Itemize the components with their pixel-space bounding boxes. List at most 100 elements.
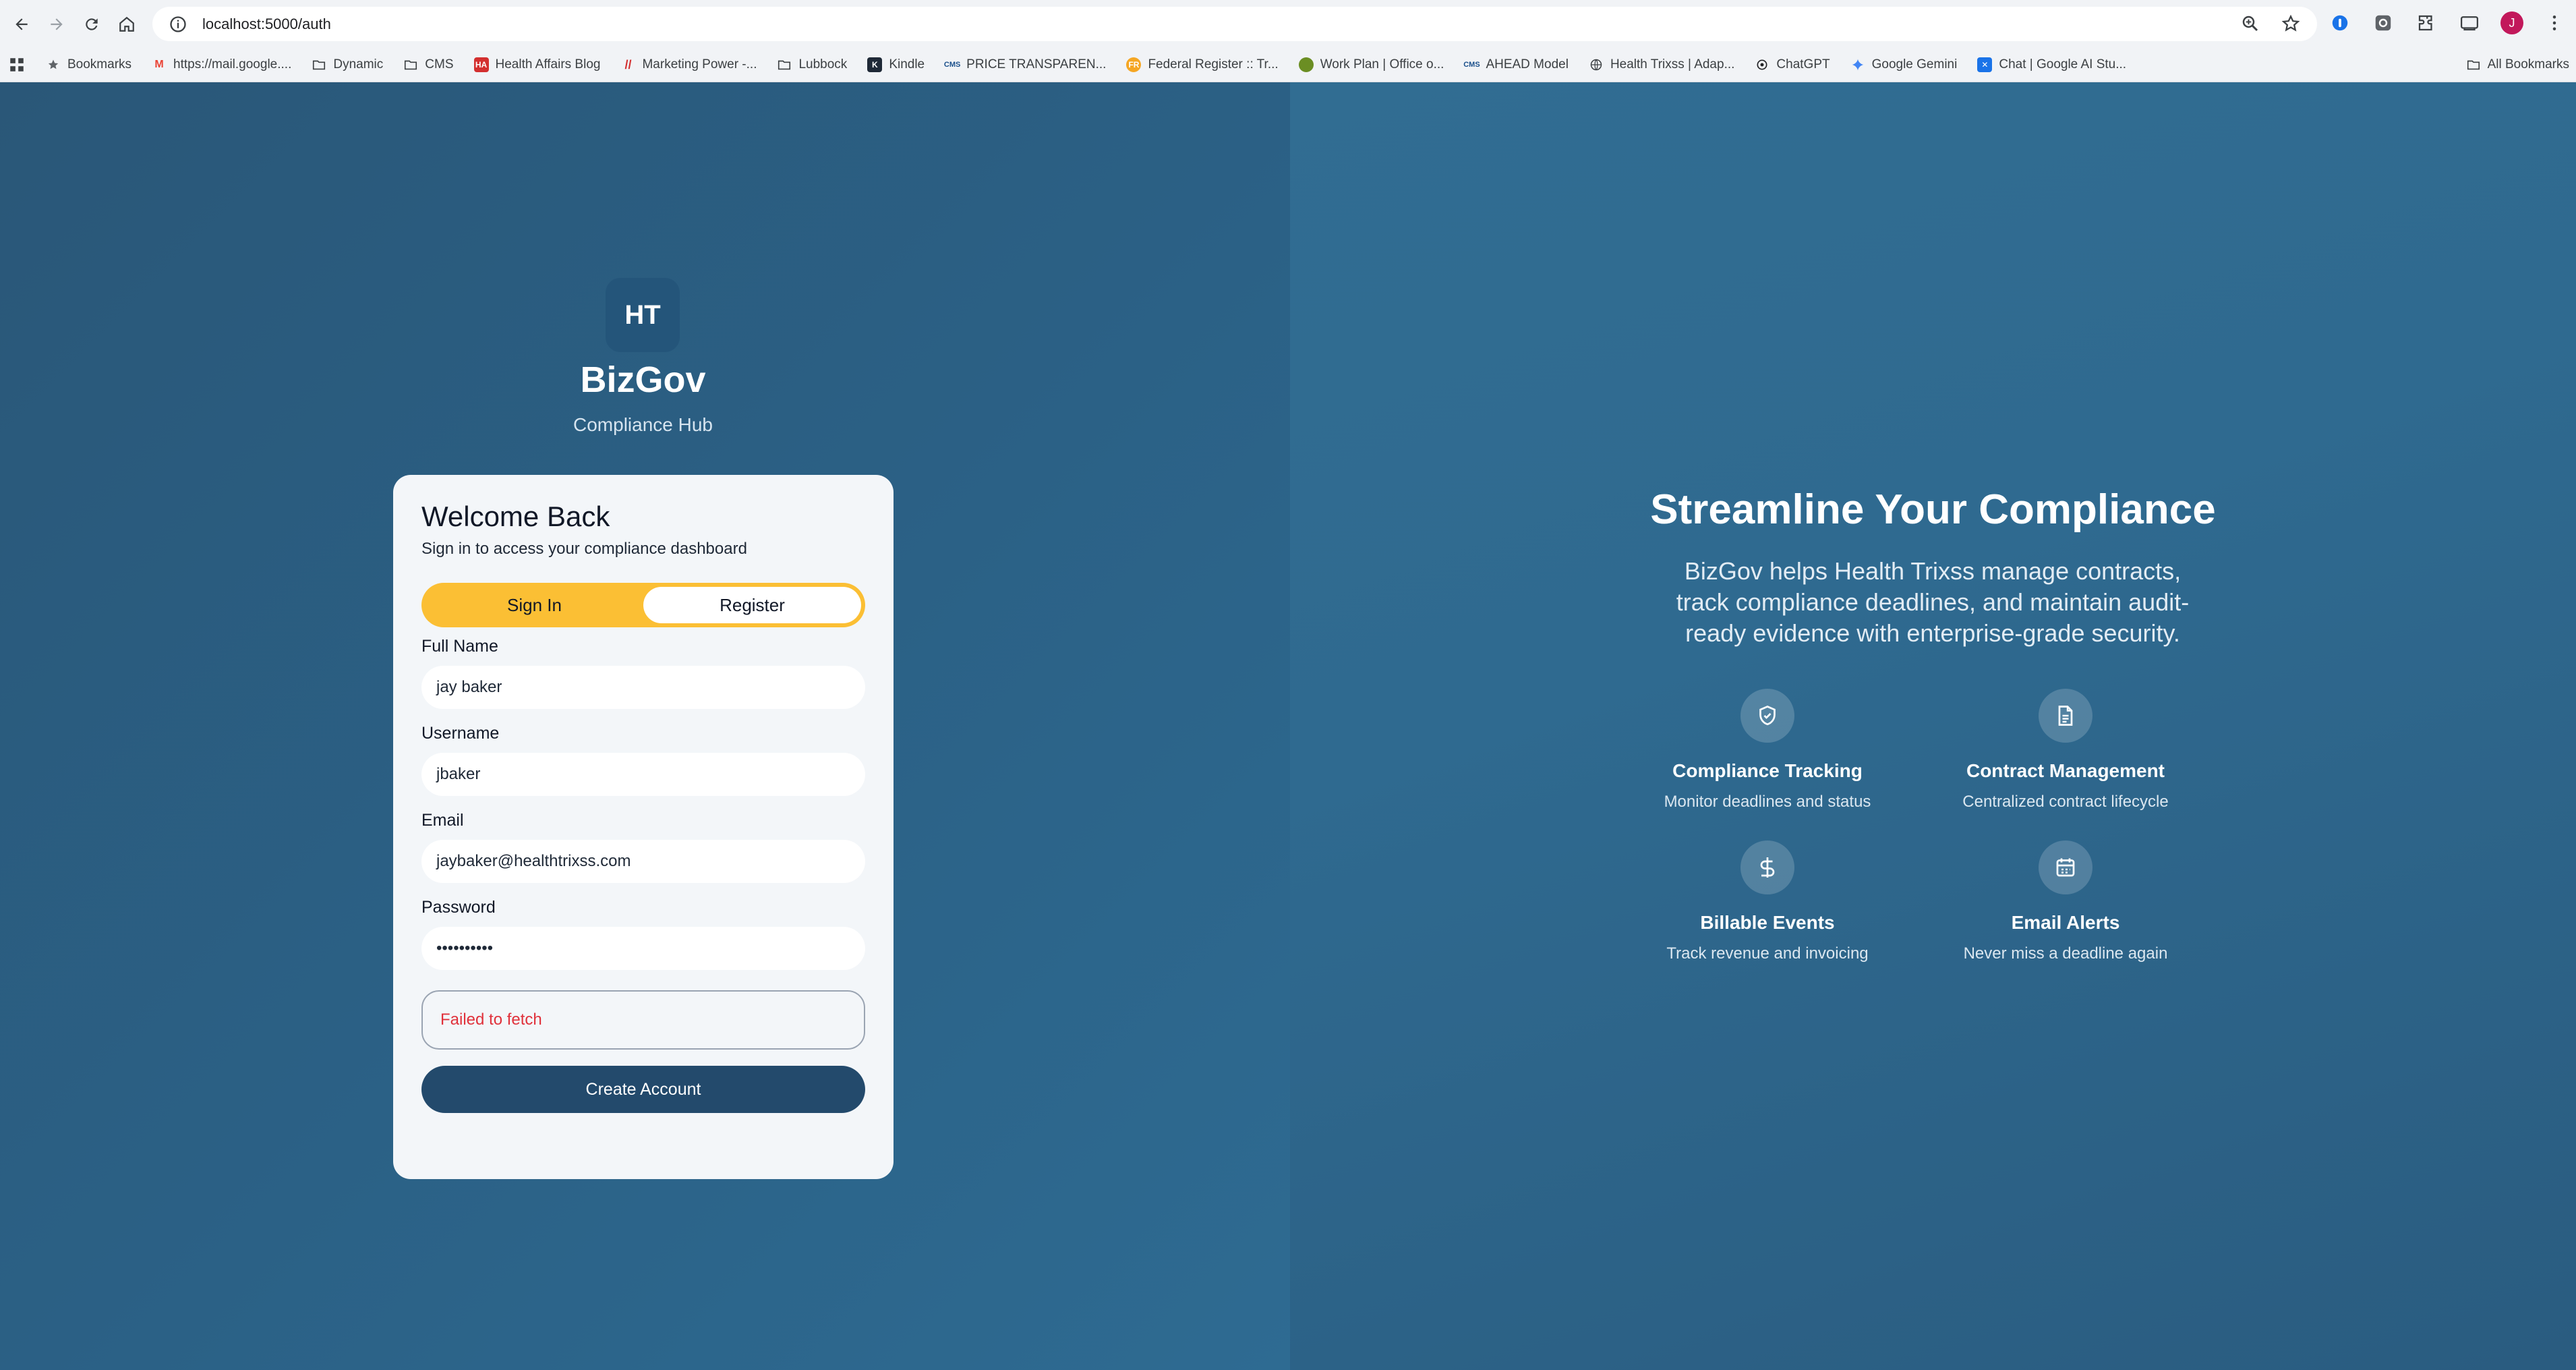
document-icon — [2039, 689, 2092, 743]
username-input[interactable]: jbaker — [421, 753, 865, 796]
bookmark-item[interactable]: ✕ Chat | Google AI Stu... — [1977, 57, 2126, 72]
star-icon — [46, 57, 61, 72]
password-manager-extension[interactable] — [2328, 11, 2352, 35]
hero-title: Streamline Your Compliance — [1650, 486, 2216, 533]
arrow-right-icon — [51, 18, 63, 30]
bookmark-item[interactable]: // Marketing Power -... — [620, 57, 757, 72]
tab-search-button[interactable] — [2457, 11, 2482, 35]
reload-button[interactable] — [78, 11, 105, 38]
bookmark-item[interactable]: ChatGPT — [1755, 57, 1830, 72]
bookmark-item[interactable]: Lubbock — [777, 57, 847, 72]
url-text[interactable]: localhost:5000/auth — [202, 16, 331, 33]
dollar-icon — [1740, 840, 1794, 894]
bookmark-item[interactable]: K Kindle — [867, 57, 925, 72]
folder-icon — [777, 57, 792, 72]
cms-icon: CMS — [943, 61, 961, 69]
feature-description: Monitor deadlines and status — [1664, 793, 1871, 811]
create-account-button[interactable]: Create Account — [421, 1066, 865, 1113]
all-bookmarks-button[interactable]: All Bookmarks — [2466, 57, 2569, 72]
oig-icon — [1298, 57, 1314, 72]
bookmark-label: PRICE TRANSPAREN... — [966, 57, 1107, 72]
hero-description: BizGov helps Health Trixss manage contra… — [1676, 557, 2190, 647]
tab-register[interactable]: Register — [643, 587, 861, 623]
full-name-input[interactable]: jay baker — [421, 666, 865, 709]
feature-description: Never miss a deadline again — [1963, 944, 2168, 963]
cast-icon — [2461, 16, 2478, 31]
feature-email-alerts: Email Alerts Never miss a deadline again — [1897, 840, 2234, 963]
password-manager-icon — [2332, 15, 2348, 31]
brand-tagline: Compliance Hub — [573, 414, 713, 435]
folder-icon — [312, 57, 326, 72]
chatgpt-icon — [1755, 57, 1769, 72]
card-title: Welcome Back — [421, 501, 610, 532]
feature-description: Track revenue and invoicing — [1666, 944, 1869, 963]
cms-icon: CMS — [1463, 61, 1480, 69]
browser-toolbar: localhost:5000/auth J — [0, 0, 2576, 48]
bookmark-item[interactable]: Work Plan | Office o... — [1298, 57, 1444, 72]
extension-2[interactable] — [2371, 11, 2395, 35]
bookmark-item[interactable]: M https://mail.google.... — [152, 57, 291, 72]
bookmark-star-icon[interactable] — [2281, 13, 2301, 34]
bookmark-label: Chat | Google AI Stu... — [1999, 57, 2127, 72]
folder-icon — [2467, 60, 2480, 70]
apps-grid-icon[interactable] — [8, 56, 26, 74]
kebab-menu-icon — [2552, 16, 2556, 30]
bookmark-item[interactable]: HA Health Affairs Blog — [473, 57, 600, 72]
password-label: Password — [421, 898, 496, 917]
bookmark-label: ChatGPT — [1776, 57, 1830, 72]
bookmark-label: Dynamic — [333, 57, 384, 72]
marketing-panel: Streamline Your Compliance BizGov helps … — [1290, 82, 2576, 1370]
all-bookmarks-label: All Bookmarks — [2487, 57, 2569, 72]
auth-tabs: Sign In Register — [421, 583, 865, 627]
tab-sign-in[interactable]: Sign In — [426, 587, 643, 623]
error-message: Failed to fetch — [421, 990, 865, 1050]
feature-title: Email Alerts — [2011, 912, 2120, 933]
bookmark-label: Federal Register :: Tr... — [1148, 57, 1279, 72]
bookmark-item[interactable]: CMS AHEAD Model — [1463, 57, 1569, 72]
home-button[interactable] — [113, 11, 140, 38]
password-input[interactable]: •••••••••• — [421, 927, 865, 970]
bookmark-item[interactable]: CMS — [403, 57, 454, 72]
profile-avatar[interactable]: J — [2500, 11, 2523, 34]
bookmark-label: Bookmarks — [67, 57, 132, 72]
bookmark-item[interactable]: Bookmarks — [46, 57, 131, 72]
browser-menu-button[interactable] — [2542, 11, 2567, 35]
brand-logo: HT — [606, 278, 680, 352]
auth-panel: HT BizGov Compliance Hub Welcome Back Si… — [0, 82, 1290, 1370]
folder-icon — [403, 57, 418, 72]
address-bar[interactable]: localhost:5000/auth — [152, 7, 2317, 41]
bookmark-label: https://mail.google.... — [173, 57, 292, 72]
calendar-icon — [2039, 840, 2092, 894]
puzzle-icon — [2418, 15, 2432, 31]
zoom-icon[interactable] — [2240, 13, 2260, 34]
arrow-left-icon — [16, 18, 28, 30]
marketing-icon: // — [624, 57, 632, 72]
kindle-icon: K — [867, 57, 883, 72]
bookmark-item[interactable]: Dynamic — [312, 57, 383, 72]
bookmarks-bar: Bookmarks M https://mail.google.... Dyna… — [0, 48, 2576, 82]
feature-billable-events: Billable Events Track revenue and invoic… — [1599, 840, 1936, 963]
bookmark-item[interactable]: Google Gemini — [1850, 57, 1957, 72]
brand-name: BizGov — [580, 360, 706, 400]
bookmark-label: AHEAD Model — [1486, 57, 1569, 72]
extensions-button[interactable] — [2414, 11, 2438, 35]
email-label: Email — [421, 811, 464, 830]
back-button[interactable] — [8, 11, 35, 38]
bookmark-item[interactable]: Health Trixss | Adap... — [1589, 57, 1734, 72]
bookmark-item[interactable]: CMS PRICE TRANSPAREN... — [943, 57, 1107, 72]
bookmark-item[interactable]: FR Federal Register :: Tr... — [1126, 57, 1279, 72]
bookmark-label: Lubbock — [798, 57, 848, 72]
full-name-label: Full Name — [421, 637, 498, 656]
feature-title: Billable Events — [1700, 912, 1835, 933]
ai-studio-icon: ✕ — [1977, 57, 1993, 72]
feature-compliance-tracking: Compliance Tracking Monitor deadlines an… — [1599, 689, 1936, 811]
bookmark-label: Marketing Power -... — [642, 57, 757, 72]
site-info-icon[interactable] — [169, 15, 187, 34]
bookmark-label: Health Trixss | Adap... — [1610, 57, 1735, 72]
username-label: Username — [421, 724, 500, 743]
extension-app-icon — [2375, 15, 2391, 31]
feature-title: Compliance Tracking — [1672, 760, 1863, 781]
feature-contract-management: Contract Management Centralized contract… — [1897, 689, 2234, 811]
forward-button[interactable] — [43, 11, 70, 38]
email-input[interactable]: jaybaker@healthtrixss.com — [421, 840, 865, 883]
